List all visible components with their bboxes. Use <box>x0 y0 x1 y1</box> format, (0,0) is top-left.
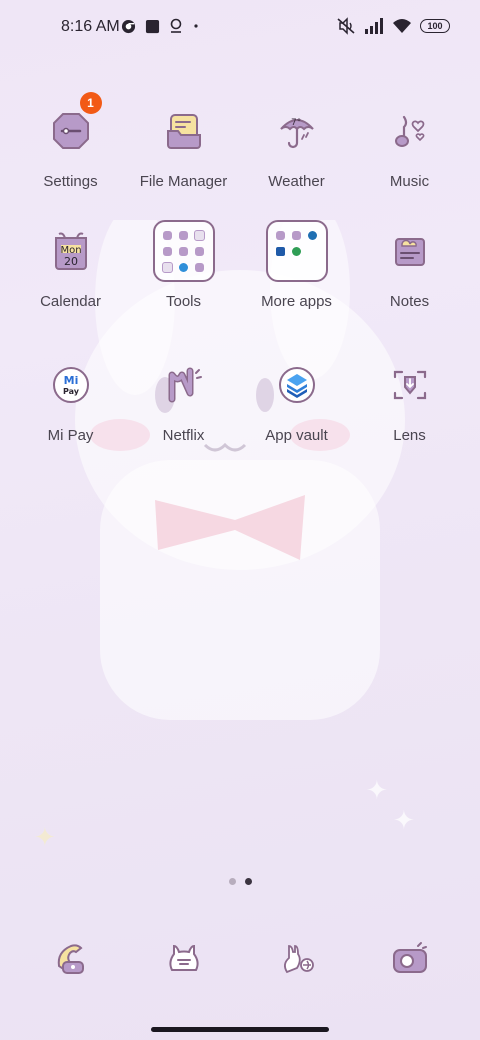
mi-pay-logo: Pay <box>62 387 79 396</box>
app-label: Tools <box>165 293 202 310</box>
app-label: Calendar <box>40 293 101 310</box>
app-calendar[interactable]: Mon 20 Calendar <box>14 218 127 310</box>
app-label: File Manager <box>139 173 228 190</box>
dock-camera[interactable] <box>382 930 438 986</box>
home-indicator[interactable] <box>151 1027 329 1032</box>
star-decoration: ✦ <box>366 775 388 805</box>
status-bar: 8:16 AM 100 <box>0 0 480 56</box>
page-indicator[interactable] <box>0 878 480 885</box>
settings-icon: 1 <box>38 92 104 164</box>
folder-more-apps[interactable]: More apps <box>240 218 353 310</box>
mi-pay-icon: Mi Pay <box>38 352 104 418</box>
status-time: 8:16 AM <box>61 18 120 35</box>
weather-temp: 7° <box>291 118 301 128</box>
dock <box>0 930 480 986</box>
page-dot-active[interactable] <box>244 878 252 885</box>
notification-badge: 1 <box>79 92 102 114</box>
star-decoration: ✦ <box>34 822 56 852</box>
calendar-icon: Mon 20 <box>38 218 104 284</box>
music-icon <box>377 98 443 164</box>
notification-icons <box>121 18 200 34</box>
page-dot[interactable] <box>228 878 236 885</box>
app-file-manager[interactable]: File Manager <box>127 98 240 190</box>
app-label: Settings <box>43 173 98 190</box>
dock-messages[interactable] <box>156 930 212 986</box>
app-music[interactable]: Music <box>353 98 466 190</box>
folder-tools[interactable]: Tools <box>127 218 240 310</box>
dock-phone[interactable] <box>43 930 99 986</box>
calendar-day-number: 20 <box>64 255 78 268</box>
folder-icon <box>151 218 217 284</box>
weather-icon: 7° <box>264 98 330 164</box>
signal-icon <box>365 18 383 34</box>
app-label: App vault <box>265 427 328 444</box>
app-label: Music <box>389 173 430 190</box>
lens-icon <box>377 352 443 418</box>
app-notes[interactable]: Notes <box>353 218 466 310</box>
netflix-icon <box>151 352 217 418</box>
wifi-icon <box>393 19 411 33</box>
chrome-icon <box>121 19 136 33</box>
file-manager-icon <box>151 98 217 164</box>
app-label: Weather <box>268 173 325 190</box>
notes-icon <box>377 218 443 284</box>
app-netflix[interactable]: Netflix <box>127 352 240 444</box>
folder-icon <box>264 218 330 284</box>
app-label: Notes <box>389 293 430 310</box>
app-vault-icon <box>264 352 330 418</box>
app-label: Mi Pay <box>47 427 94 444</box>
system-icons: 100 <box>336 17 450 35</box>
messages-icon <box>169 944 199 971</box>
camera-icon <box>393 942 427 973</box>
mi-logo-mark: Mi <box>63 374 78 387</box>
battery-icon: 100 <box>420 19 450 33</box>
app-weather[interactable]: 7° Weather <box>240 98 353 190</box>
dot-icon <box>194 24 198 28</box>
app-label: Netflix <box>162 427 205 444</box>
mute-icon <box>337 17 355 35</box>
location-icon <box>170 18 182 33</box>
phone-icon <box>57 944 84 974</box>
app-label: More apps <box>261 293 332 310</box>
stop-icon <box>145 19 160 33</box>
star-decoration: ✦ <box>393 805 415 835</box>
app-lens[interactable]: Lens <box>353 352 466 444</box>
app-mi-pay[interactable]: Mi Pay Mi Pay <box>14 352 127 444</box>
browser-icon <box>284 945 314 974</box>
app-settings[interactable]: 1 Settings <box>14 92 127 190</box>
app-label: Lens <box>393 427 426 444</box>
dock-browser[interactable] <box>269 930 325 986</box>
app-app-vault[interactable]: App vault <box>240 352 353 444</box>
